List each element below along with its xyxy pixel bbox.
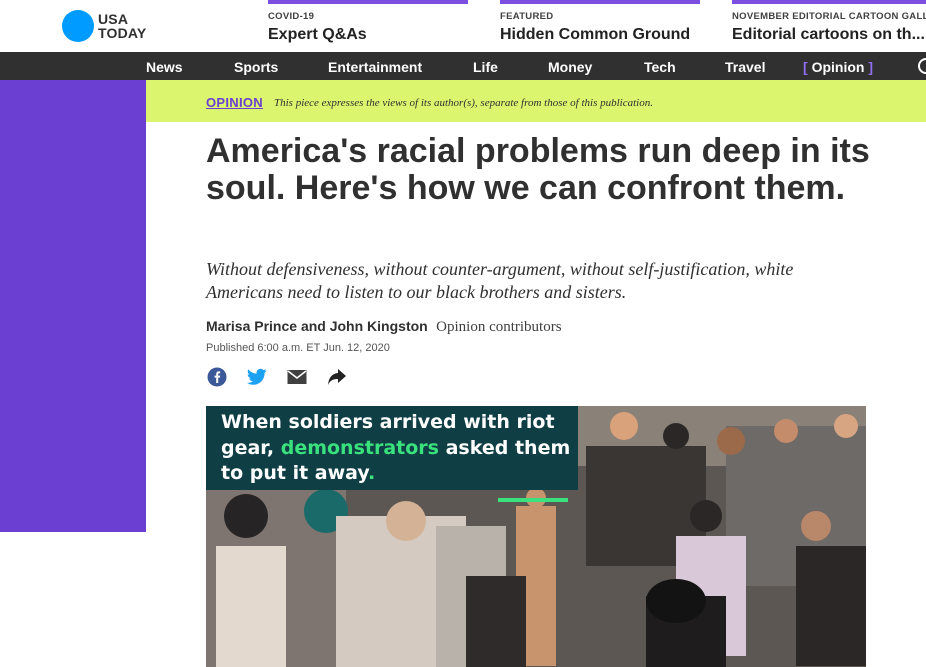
promo-cartoons[interactable]: NOVEMBER EDITORIAL CARTOON GALLERY Edito…: [732, 0, 926, 52]
logo-wordmark: USA TODAY: [98, 11, 147, 41]
logo-circle-icon: [62, 10, 94, 42]
promo-title[interactable]: Expert Q&As: [268, 26, 468, 44]
promo-featured[interactable]: FEATURED Hidden Common Ground: [500, 0, 700, 52]
nav-item-travel[interactable]: Travel: [725, 59, 765, 75]
opinion-label-link[interactable]: OPINION: [206, 95, 263, 110]
email-icon[interactable]: [286, 367, 308, 387]
site-header: USA TODAY COVID-19 Expert Q&As FEATURED …: [0, 0, 926, 52]
promo-kicker: FEATURED: [500, 11, 554, 22]
nav-item-opinion[interactable]: [ Opinion ]: [803, 59, 873, 75]
promo-bar: [500, 0, 700, 4]
promo-kicker: COVID-19: [268, 11, 315, 22]
article-headline: America's racial problems run deep in it…: [206, 132, 870, 207]
promo-covid[interactable]: COVID-19 Expert Q&As: [268, 0, 468, 52]
usa-today-logo[interactable]: USA TODAY: [62, 10, 146, 42]
hero-caption: When soldiers arrived with riot gear, de…: [221, 411, 571, 484]
nav-item-tech[interactable]: Tech: [644, 59, 676, 75]
nav-item-opinion-label: Opinion: [811, 59, 865, 75]
opinion-side-panel: [0, 80, 146, 532]
opinion-disclaimer: This piece expresses the views of its au…: [274, 97, 653, 109]
opinion-banner: OPINION This piece expresses the views o…: [146, 80, 926, 122]
nav-item-life[interactable]: Life: [473, 59, 498, 75]
nav-item-sports[interactable]: Sports: [234, 59, 278, 75]
nav-item-entertainment[interactable]: Entertainment: [328, 59, 422, 75]
bracket-close: ]: [868, 59, 874, 75]
caption-accent-rule: [498, 498, 568, 502]
article-dek: Without defensiveness, without counter-a…: [206, 259, 794, 302]
twitter-icon[interactable]: [246, 367, 268, 387]
main-nav: News Sports Entertainment Life Money Tec…: [0, 52, 926, 80]
author-role: Opinion contributors: [436, 319, 562, 335]
nav-item-news[interactable]: News: [146, 59, 183, 75]
facebook-icon[interactable]: [206, 367, 228, 387]
promo-title[interactable]: Editorial cartoons on th...: [732, 26, 926, 44]
nav-item-money[interactable]: Money: [548, 59, 592, 75]
byline: Marisa Prince and John Kingston Opinion …: [206, 318, 562, 336]
promo-kicker: NOVEMBER EDITORIAL CARTOON GALLERY: [732, 11, 926, 22]
author-names[interactable]: Marisa Prince and John Kingston: [206, 318, 428, 334]
bracket-open: [: [803, 59, 808, 75]
published-timestamp: Published 6:00 a.m. ET Jun. 12, 2020: [206, 342, 390, 354]
hero-image[interactable]: When soldiers arrived with riot gear, de…: [206, 406, 866, 667]
share-icon[interactable]: [326, 367, 348, 387]
promo-title[interactable]: Hidden Common Ground: [500, 26, 700, 44]
promo-bar: [268, 0, 468, 4]
search-icon[interactable]: [918, 58, 926, 74]
promo-bar: [732, 0, 926, 4]
